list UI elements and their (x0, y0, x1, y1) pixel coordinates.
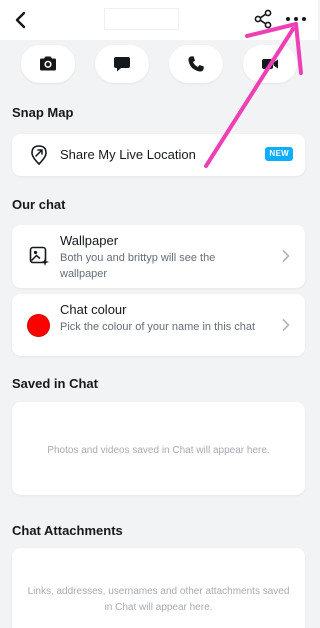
snap-map-heading: Snap Map (12, 105, 74, 120)
chat-name-redacted[interactable] (104, 8, 179, 30)
chat-button[interactable] (95, 45, 149, 83)
saved-in-chat-heading: Saved in Chat (12, 376, 98, 391)
wallpaper-row[interactable]: Wallpaper Both you and brittyp will see … (12, 225, 305, 288)
phone-icon (188, 56, 204, 72)
video-call-button[interactable] (243, 45, 297, 83)
chat-attachments-heading: Chat Attachments (12, 523, 123, 538)
chevron-left-icon[interactable] (10, 9, 32, 31)
saved-in-chat-empty-text: Photos and videos saved in Chat will app… (47, 445, 270, 456)
saved-in-chat-panel: Photos and videos saved in Chat will app… (12, 402, 305, 495)
share-live-location-row[interactable]: Share My Live Location NEW (12, 134, 305, 176)
our-chat-heading: Our chat (12, 197, 66, 212)
share-icon[interactable] (253, 9, 273, 29)
chat-colour-row[interactable]: Chat colour Pick the colour of your name… (12, 294, 305, 356)
camera-icon (40, 56, 56, 71)
chat-attachments-panel: Links, addresses, usernames and other at… (12, 548, 305, 628)
video-camera-icon (262, 59, 278, 69)
share-live-location-label: Share My Live Location (60, 147, 196, 162)
camera-button[interactable] (21, 45, 75, 83)
location-arrow-icon (31, 145, 47, 166)
chevron-right-icon (282, 319, 290, 331)
chevron-right-icon (282, 250, 290, 262)
wallpaper-subtitle: Both you and brittyp will see the wallpa… (60, 252, 216, 280)
chat-colour-swatch (27, 314, 50, 337)
chat-attachments-empty-text: Links, addresses, usernames and other at… (27, 586, 290, 613)
new-badge: NEW (265, 147, 293, 161)
chat-colour-title: Chat colour (60, 302, 127, 317)
call-button[interactable] (169, 45, 223, 83)
wallpaper-title: Wallpaper (60, 233, 119, 248)
chat-colour-subtitle: Pick the colour of your name in this cha… (60, 321, 256, 333)
wallpaper-icon (29, 246, 49, 266)
chat-bubble-icon (114, 57, 130, 72)
header-bar (0, 0, 318, 40)
more-horizontal-icon[interactable] (284, 9, 308, 29)
action-buttons-row (0, 45, 318, 83)
